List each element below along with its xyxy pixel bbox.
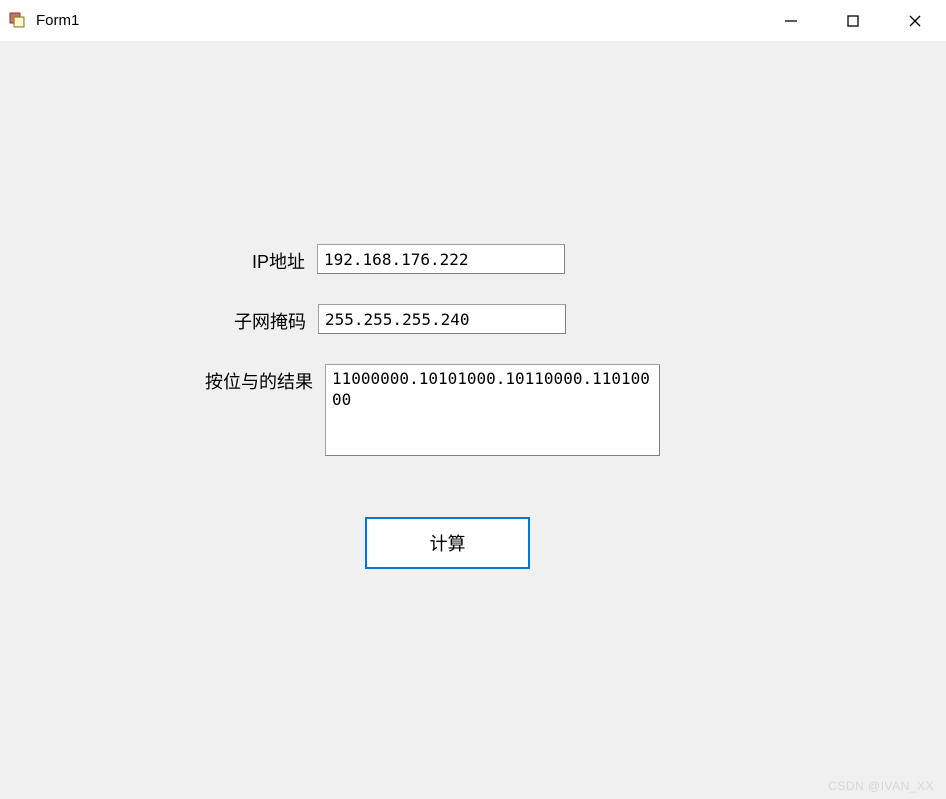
ip-input[interactable]: [317, 244, 565, 274]
titlebar: Form1: [0, 0, 946, 42]
mask-input[interactable]: [318, 304, 566, 334]
result-textarea[interactable]: [325, 364, 660, 456]
ip-label: IP地址: [252, 244, 305, 274]
app-icon: [8, 11, 28, 31]
minimize-button[interactable]: [760, 0, 822, 41]
close-button[interactable]: [884, 0, 946, 41]
watermark: CSDN @IVAN_XX: [828, 779, 934, 793]
ip-row: IP地址: [252, 244, 565, 274]
result-label: 按位与的结果: [205, 364, 313, 394]
window-title: Form1: [36, 12, 79, 29]
maximize-button[interactable]: [822, 0, 884, 41]
mask-label: 子网掩码: [234, 304, 306, 334]
calculate-button[interactable]: 计算: [365, 517, 530, 569]
client-area: IP地址 子网掩码 按位与的结果 计算 CSDN @IVAN_XX: [0, 42, 946, 799]
window-controls: [760, 0, 946, 41]
mask-row: 子网掩码: [234, 304, 566, 334]
result-row: 按位与的结果: [205, 364, 660, 456]
